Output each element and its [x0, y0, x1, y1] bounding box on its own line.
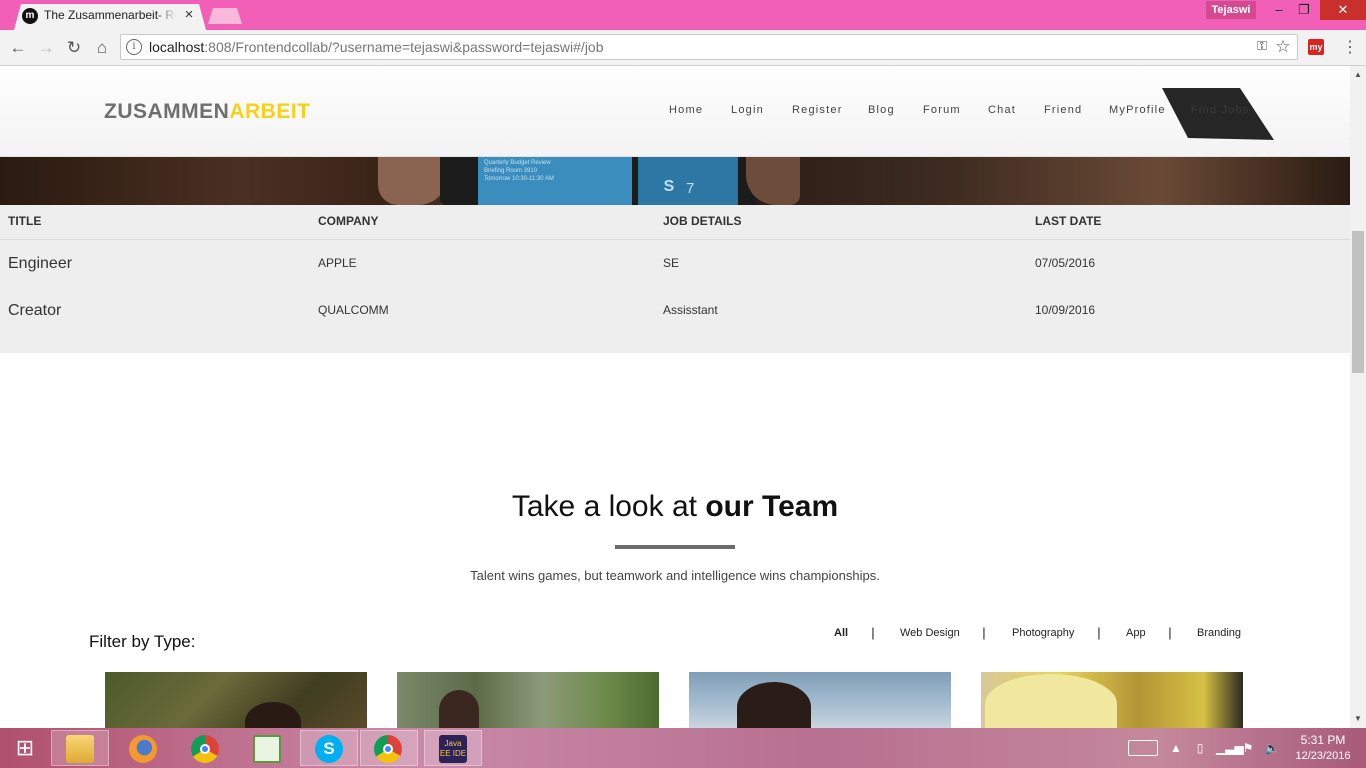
action-center-flag-icon[interactable]: ⚑: [1240, 740, 1256, 756]
job-last-date: 10/09/2016: [1035, 303, 1096, 317]
nav-forum[interactable]: Forum: [923, 104, 961, 118]
job-last-date: 07/05/2016: [1035, 256, 1096, 270]
chrome-icon-center: [383, 744, 393, 754]
key-icon[interactable]: ⚿: [1255, 38, 1269, 56]
windows-start-icon[interactable]: ⊞: [10, 735, 40, 761]
skype-icon: S: [663, 178, 675, 195]
nav-home[interactable]: Home: [669, 104, 703, 118]
column-header-title: TITLE: [8, 214, 42, 228]
logo-part-1: ZUSAMMEN: [104, 100, 230, 123]
nav-find-jobs[interactable]: Find Jobs: [1191, 104, 1250, 118]
hero-image: Quarterly Budget Review Briefing Room 39…: [0, 157, 1350, 205]
column-header-job-details: JOB DETAILS: [663, 214, 742, 228]
logo-part-2: ARBEIT: [229, 100, 311, 123]
photo-subject: [439, 690, 479, 728]
team-member-photo[interactable]: [689, 672, 951, 728]
firefox-icon: [129, 735, 157, 763]
photo-subject: [245, 702, 301, 728]
forward-arrow-icon[interactable]: →: [35, 37, 57, 59]
volume-icon[interactable]: 🔈: [1264, 740, 1280, 756]
job-company: APPLE: [318, 256, 357, 270]
filter-all[interactable]: All: [834, 627, 848, 641]
filter-separator: |: [982, 625, 986, 640]
photo-subject: [737, 682, 811, 728]
tab-close-icon[interactable]: ×: [182, 6, 196, 24]
clock-date[interactable]: 12/23/2016: [1292, 750, 1354, 764]
job-company: QUALCOMM: [318, 303, 389, 317]
notepad-plus-plus-icon: [253, 735, 281, 763]
scroll-down-arrow-icon[interactable]: ▼: [1350, 712, 1366, 726]
column-header-last-date: LAST DATE: [1035, 214, 1102, 228]
column-header-company: COMPANY: [318, 214, 379, 228]
nav-blog[interactable]: Blog: [868, 104, 895, 118]
reload-icon[interactable]: ↻: [63, 37, 85, 59]
filter-branding[interactable]: Branding: [1197, 627, 1241, 641]
hero-hand-left: [378, 157, 448, 205]
show-hidden-icons-icon[interactable]: ▲: [1168, 740, 1184, 756]
team-member-photo[interactable]: [397, 672, 659, 728]
vertical-scrollbar[interactable]: [1350, 66, 1366, 728]
tab-title[interactable]: The Zusammenarbeit- Re: [44, 8, 176, 24]
filter-app[interactable]: App: [1126, 627, 1146, 641]
nav-register[interactable]: Register: [792, 104, 843, 118]
page-viewport: ZUSAMMENARBEIT Home Login Register Blog …: [0, 66, 1350, 728]
team-member-photo[interactable]: [981, 672, 1243, 728]
back-arrow-icon[interactable]: ←: [7, 37, 29, 59]
battery-icon[interactable]: ▯: [1192, 740, 1208, 756]
hero-phone-text: Quarterly Budget Review Briefing Room 39…: [484, 160, 554, 182]
nav-chat[interactable]: Chat: [988, 104, 1016, 118]
job-details: SE: [663, 256, 680, 270]
team-heading-bold: our Team: [705, 490, 839, 523]
url-host: localhost: [149, 39, 205, 55]
site-info-icon[interactable]: i: [126, 39, 142, 55]
nav-myprofile[interactable]: MyProfile: [1109, 104, 1166, 118]
nav-friend[interactable]: Friend: [1044, 104, 1082, 118]
filter-separator: |: [1168, 625, 1172, 640]
bookmark-star-icon[interactable]: ☆: [1273, 37, 1293, 57]
file-explorer-icon: [66, 735, 94, 763]
skype-icon: S: [315, 735, 343, 763]
job-title: Engineer: [8, 255, 73, 272]
jobs-table: TITLE COMPANY JOB DETAILS LAST DATE Engi…: [0, 205, 1350, 353]
network-signal-icon[interactable]: ▁▃▅: [1216, 740, 1244, 756]
maximize-button[interactable]: ❐: [1292, 0, 1316, 20]
profile-badge[interactable]: Tejaswi: [1206, 1, 1256, 19]
minimize-button[interactable]: –: [1266, 0, 1292, 20]
team-heading: Take a look at our Team: [0, 490, 1350, 530]
nav-login[interactable]: Login: [731, 104, 764, 118]
url-text[interactable]: localhost:808/Frontendcollab/?username=t…: [149, 39, 1239, 57]
filter-photography[interactable]: Photography: [1012, 627, 1074, 641]
job-details: Assisstant: [663, 303, 718, 317]
filter-label: Filter by Type:: [89, 632, 196, 651]
kebab-menu-icon[interactable]: ⋮: [1340, 37, 1360, 57]
eclipse-java-ee-icon: Java EE IDE: [439, 735, 467, 763]
clock-time[interactable]: 5:31 PM: [1292, 733, 1354, 747]
scrollbar-thumb[interactable]: [1352, 231, 1364, 373]
heading-underline: [615, 545, 735, 549]
team-tagline: Talent wins games, but teamwork and inte…: [470, 568, 880, 583]
photo-subject: [985, 674, 1117, 728]
table-row: Creator QUALCOMM Assisstant 10/09/2016: [0, 287, 1350, 333]
job-title: Creator: [8, 302, 62, 319]
filter-web-design[interactable]: Web Design: [900, 627, 960, 641]
table-row: Engineer APPLE SE 07/05/2016: [0, 240, 1350, 286]
team-member-photo[interactable]: [105, 672, 367, 728]
site-header: ZUSAMMENARBEIT Home Login Register Blog …: [0, 66, 1350, 157]
site-logo[interactable]: ZUSAMMENARBEIT: [104, 100, 311, 124]
new-tab-button[interactable]: [208, 8, 242, 24]
close-window-button[interactable]: ✕: [1320, 0, 1366, 20]
scroll-up-arrow-icon[interactable]: ▲: [1350, 68, 1366, 82]
team-heading-light: Take a look at: [511, 490, 706, 523]
url-path: :808/Frontendcollab/?username=tejaswi&pa…: [204, 39, 604, 55]
hero-notification-count: 7: [686, 180, 695, 197]
extension-icon[interactable]: my: [1308, 39, 1324, 55]
tab-favicon-icon: m: [22, 8, 38, 24]
chrome-icon-center: [200, 744, 210, 754]
filter-separator: |: [1097, 625, 1101, 640]
home-icon[interactable]: ⌂: [91, 37, 113, 59]
touch-keyboard-icon[interactable]: [1128, 740, 1158, 756]
filter-separator: |: [871, 625, 875, 640]
browser-titlebar: [0, 0, 1366, 30]
